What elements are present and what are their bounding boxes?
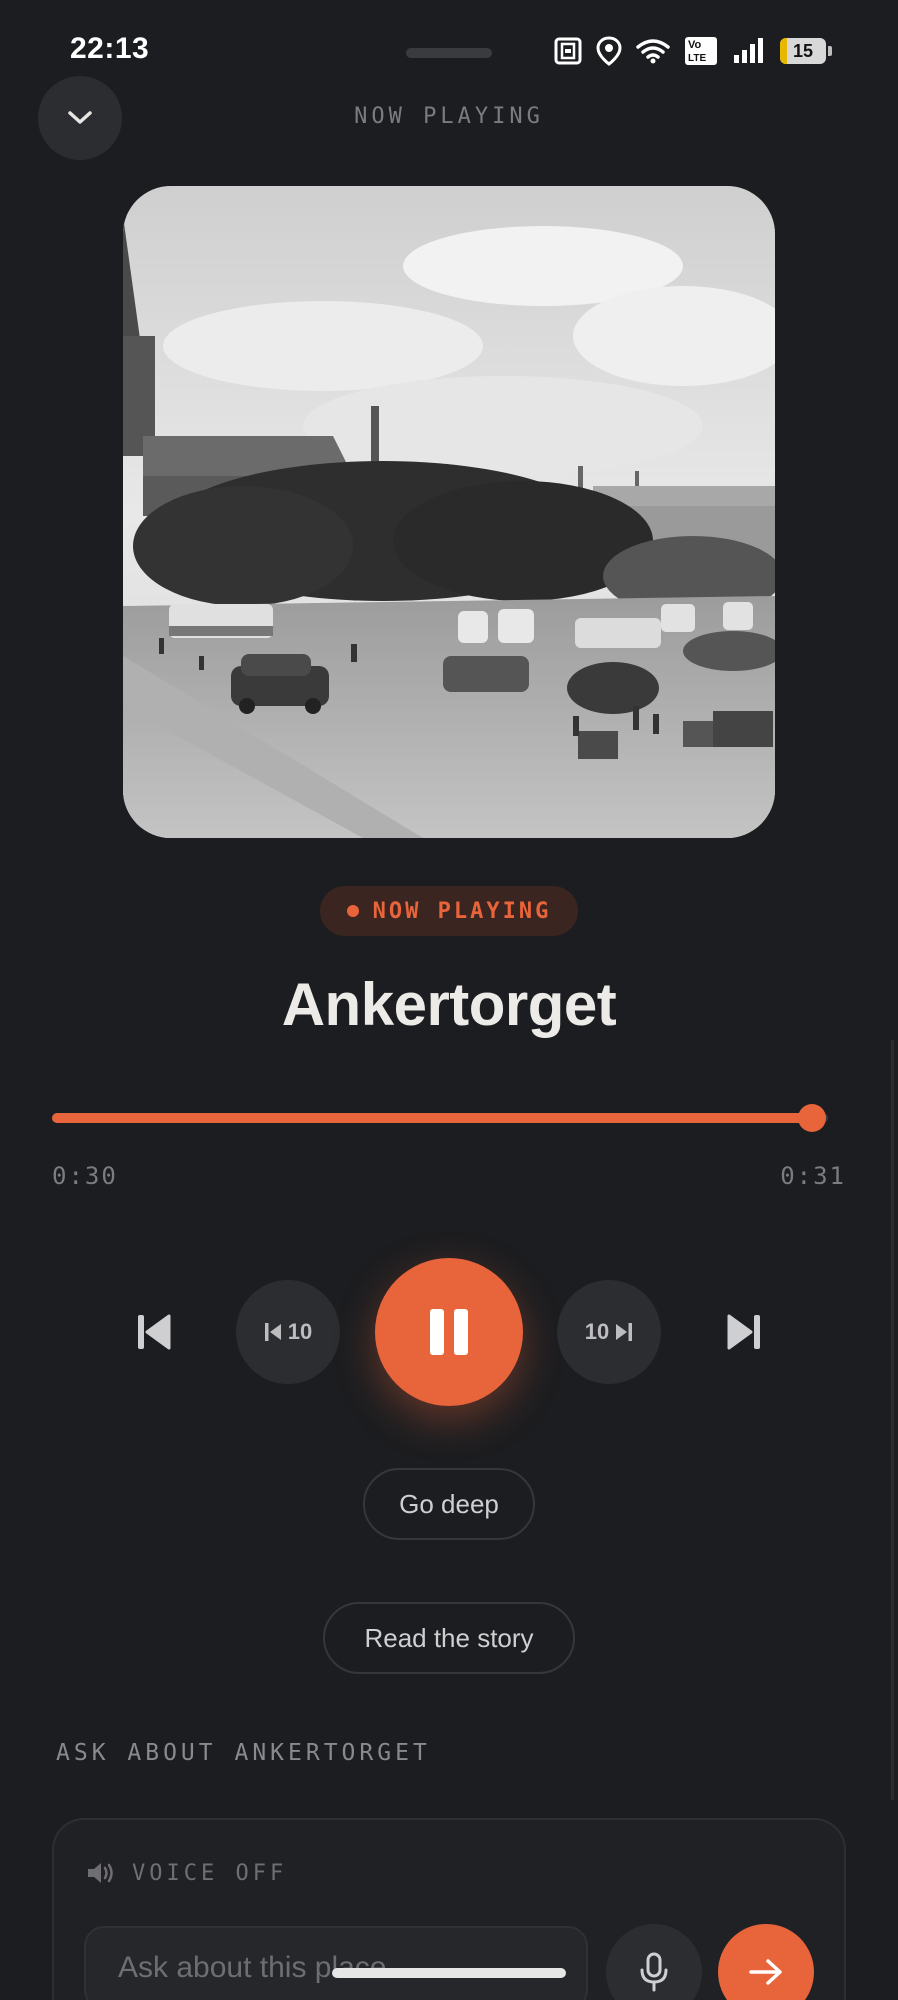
skip-forward-icon (616, 1323, 633, 1341)
volte-icon: Vo LTE (685, 37, 717, 65)
previous-track-button[interactable] (122, 1300, 186, 1364)
skip-back-icon (264, 1323, 281, 1341)
ask-input[interactable] (84, 1926, 588, 2000)
now-playing-screen: 22:13 Vo LTE 15 NOW PLAYING NOW PLAYING … (0, 0, 898, 2000)
battery-icon: 15 (780, 38, 826, 64)
camera-notch (406, 48, 492, 58)
track-title: Ankertorget (281, 971, 617, 1038)
skip-previous-icon (138, 1314, 171, 1350)
send-button[interactable] (718, 1924, 814, 2000)
status-icons: Vo LTE 15 (554, 34, 832, 68)
scroll-indicator (891, 1040, 894, 1800)
home-indicator[interactable] (332, 1968, 566, 1978)
album-artwork (123, 186, 775, 838)
forward-label: 10 (584, 1319, 610, 1344)
now-playing-badge-label: NOW PLAYING (372, 898, 552, 924)
progress-thumb[interactable] (798, 1104, 827, 1132)
next-track-button[interactable] (712, 1300, 776, 1364)
pause-button[interactable] (375, 1258, 523, 1406)
progress-fill (52, 1113, 813, 1123)
signal-icon (734, 38, 763, 63)
speaker-icon (88, 1863, 113, 1883)
archival-photo (123, 186, 775, 838)
header-title: NOW PLAYING (354, 104, 544, 129)
go-deep-button[interactable]: Go deep (363, 1468, 535, 1540)
total-duration: 0:31 (780, 1162, 846, 1190)
live-dot (346, 905, 359, 917)
voice-status: VOICE OFF (132, 1860, 288, 1886)
progress-bar[interactable] (52, 1104, 828, 1132)
ask-heading: ASK ABOUT ANKERTORGET (56, 1740, 431, 1766)
rewind-10-button[interactable]: 10 (236, 1280, 340, 1384)
location-icon (596, 36, 622, 66)
microphone-icon (640, 1952, 668, 1992)
svg-text:Vo: Vo (688, 39, 702, 51)
elapsed-time: 0:30 (52, 1162, 118, 1190)
pause-icon (430, 1309, 468, 1355)
forward-10-button[interactable]: 10 (557, 1280, 661, 1384)
read-story-button[interactable]: Read the story (323, 1602, 575, 1674)
voice-toggle[interactable]: VOICE OFF (86, 1860, 287, 1886)
nfc-icon (554, 37, 582, 65)
battery-tip (828, 46, 832, 56)
skip-next-icon (727, 1314, 760, 1350)
microphone-button[interactable] (606, 1924, 702, 2000)
arrow-right-icon (749, 1959, 782, 1985)
rewind-label: 10 (287, 1319, 313, 1344)
wifi-icon (636, 39, 670, 64)
now-playing-badge: NOW PLAYING (320, 886, 578, 936)
status-time: 22:13 (70, 32, 150, 65)
battery-level: 15 (792, 40, 814, 61)
svg-text:LTE: LTE (688, 53, 706, 64)
